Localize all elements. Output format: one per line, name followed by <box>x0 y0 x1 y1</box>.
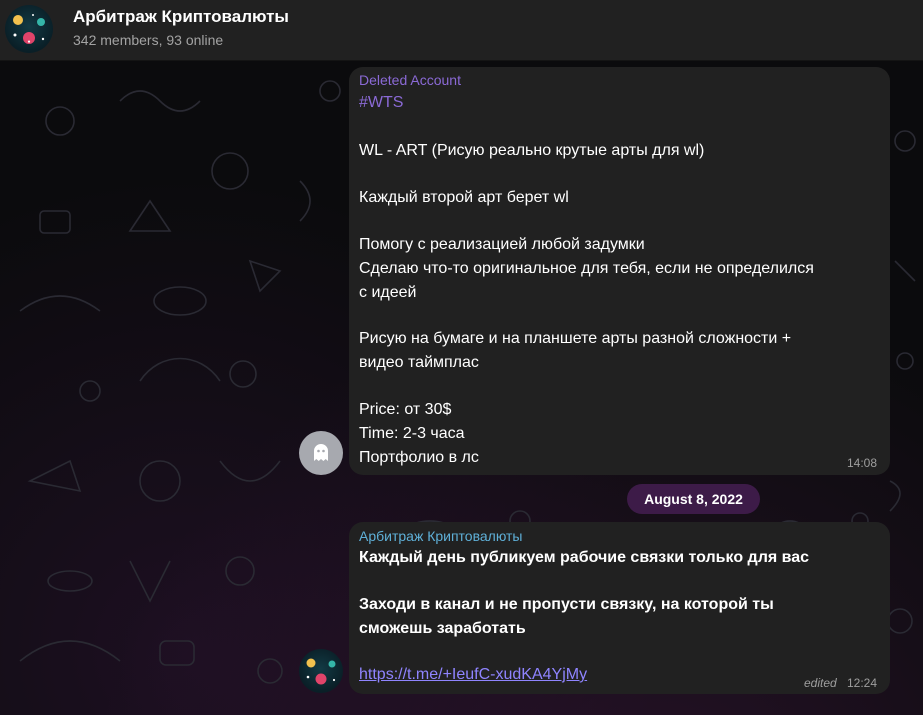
message-text-line: Заходи в канал и не пропусти связку, на … <box>359 596 774 613</box>
message-text-line: Price: от 30$ <box>359 401 452 418</box>
avatar-channel[interactable] <box>299 649 343 693</box>
message-text-line: сможешь заработать <box>359 620 526 637</box>
message-time: 14:08 <box>847 456 878 470</box>
member-count: 342 members, 93 online <box>73 32 224 48</box>
svg-text:●: ● <box>27 39 30 45</box>
message-text-line: Помогу с реализацией любой задумки <box>359 236 645 253</box>
edited-label: edited <box>804 676 837 690</box>
message-text-line: Сделаю что-то оригинальное для тебя, есл… <box>359 260 814 277</box>
chat-background: Deleted Account #WTS WL - ART (Рисую реа… <box>0 61 923 715</box>
ghost-icon <box>314 444 328 461</box>
chat-header[interactable]: ● Арбитраж Криптовалюты 342 members, 93 … <box>0 0 923 61</box>
message-time: 12:24 <box>847 676 878 690</box>
chat-title: Арбитраж Криптовалюты <box>73 7 289 26</box>
date-separator: August 8, 2022 <box>627 484 760 514</box>
message-sender[interactable]: Арбитраж Криптовалюты <box>359 528 523 544</box>
message-text-line: Time: 2-3 часа <box>359 425 465 442</box>
message-text-line: Каждый второй арт берет wl <box>359 189 569 206</box>
group-avatar[interactable]: ● <box>5 5 53 53</box>
message-text-line: с идеей <box>359 284 417 301</box>
message-link[interactable]: https://t.me/+IeufC-xudKA4YjMy <box>359 666 587 684</box>
avatar-deleted-account[interactable] <box>299 431 343 475</box>
message-text-line: WL - ART (Рисую реально крутые арты для … <box>359 142 705 159</box>
message-text-line: видео таймплас <box>359 354 479 371</box>
message-text-line: Портфолио в лс <box>359 449 479 466</box>
hashtag-link[interactable]: #WTS <box>359 94 403 112</box>
message-text-line: Каждый день публикуем рабочие связки тол… <box>359 549 810 566</box>
message-sender[interactable]: Deleted Account <box>359 72 461 88</box>
message-text-line: Рисую на бумаге и на планшете арты разно… <box>359 330 792 347</box>
planet-icon <box>306 658 336 685</box>
planet-icon: ● <box>13 14 45 45</box>
